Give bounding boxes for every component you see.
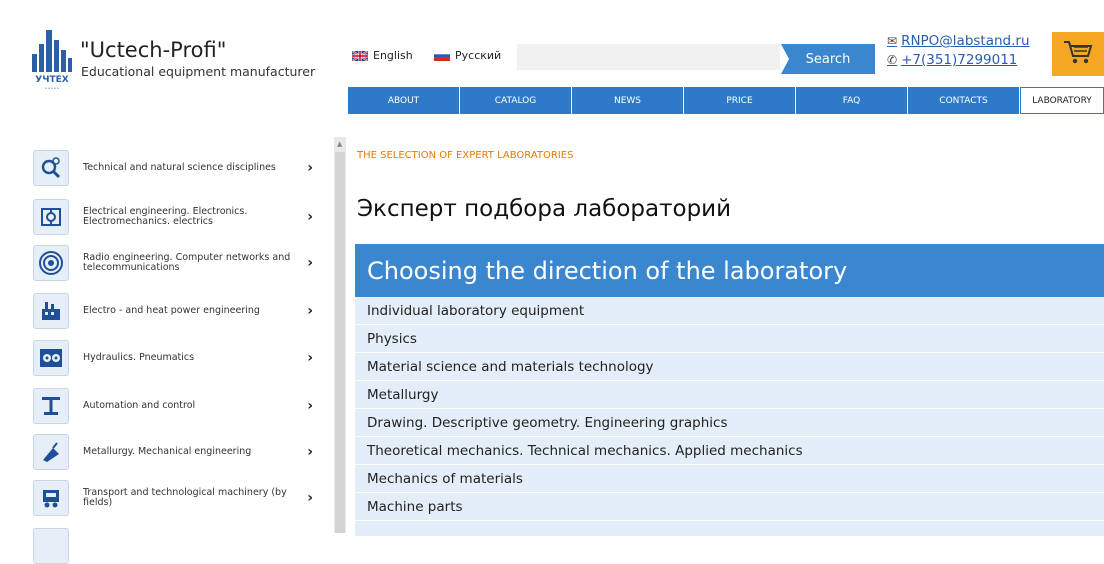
direction-list: Choosing the direction of the laboratory… (355, 244, 1104, 536)
shopping-cart-icon (1063, 39, 1093, 69)
direction-item[interactable]: Physics (355, 325, 1104, 353)
direction-item[interactable]: Machine parts (355, 493, 1104, 521)
search-input[interactable] (517, 44, 780, 70)
nav-about[interactable]: ABOUT (348, 87, 460, 114)
email-text: RNPO@labstand.ru (901, 33, 1030, 49)
sidebar-item-radio[interactable]: Radio engineering. Computer networks and… (33, 245, 323, 281)
chevron-right-icon: › (307, 398, 313, 414)
direction-item[interactable]: Material science and materials technolog… (355, 353, 1104, 381)
partial-icon (33, 528, 69, 564)
nav-news[interactable]: NEWS (572, 87, 684, 114)
circuit-icon (33, 199, 69, 235)
chevron-right-icon: › (307, 160, 313, 176)
lang-russian-link[interactable]: Русский (434, 49, 501, 62)
uk-flag-icon (351, 49, 369, 62)
search-button[interactable]: Search (781, 44, 875, 74)
sidebar-item-science[interactable]: Technical and natural science discipline… (33, 150, 323, 186)
direction-item[interactable]: Metallurgy (355, 381, 1104, 409)
email-link[interactable]: ✉ RNPO@labstand.ru (887, 33, 1030, 49)
magnifier-atom-icon (33, 150, 69, 186)
breadcrumb[interactable]: THE SELECTION OF EXPERT LABORATORIES (357, 150, 573, 161)
robot-arm-icon (33, 388, 69, 424)
sidebar-item-label: Transport and technological machinery (b… (83, 487, 287, 508)
antenna-icon (33, 245, 69, 281)
ladle-icon (33, 434, 69, 470)
sidebar-item-label: Electrical engineering. Electronics. Ele… (83, 206, 248, 227)
page-title: Эксперт подбора лабораторий (357, 196, 732, 222)
lang-english-link[interactable]: English (351, 49, 413, 62)
scrollbar-thumb[interactable] (335, 152, 345, 533)
logo-text: УЧТЕХ (35, 75, 68, 85)
power-plant-icon (33, 293, 69, 329)
chevron-right-icon: › (307, 490, 313, 506)
nav-contacts[interactable]: CONTACTS (908, 87, 1020, 114)
phone-link[interactable]: ✆ +7(351)7299011 (887, 52, 1017, 68)
sidebar-item-label: Metallurgy. Mechanical engineering (83, 446, 252, 457)
sidebar-item-automation[interactable]: Automation and control › (33, 388, 323, 424)
transport-icon (33, 480, 69, 516)
direction-item[interactable]: Drawing. Descriptive geometry. Engineeri… (355, 409, 1104, 437)
svg-text:•••••: ••••• (45, 86, 60, 92)
chevron-right-icon: › (307, 255, 313, 271)
nav-price[interactable]: PRICE (684, 87, 796, 114)
direction-item[interactable]: Mechanics of materials (355, 465, 1104, 493)
sidebar-item-label: Radio engineering. Computer networks and… (83, 252, 291, 273)
chevron-right-icon: › (307, 303, 313, 319)
envelope-icon: ✉ (887, 34, 898, 48)
brand-title: "Uctech-Profi" (80, 38, 227, 62)
nav-faq[interactable]: FAQ (796, 87, 908, 114)
main-nav: ABOUT CATALOG NEWS PRICE FAQ CONTACTS LA… (348, 87, 1104, 114)
section-title: Choosing the direction of the laboratory (355, 244, 1104, 297)
phone-icon: ✆ (887, 53, 898, 67)
sidebar-item-transport[interactable]: Transport and technological machinery (b… (33, 480, 323, 516)
ru-flag-icon (434, 50, 450, 61)
sidebar-item-hydraulics[interactable]: Hydraulics. Pneumatics › (33, 340, 323, 376)
brand-subtitle: Educational equipment manufacturer (81, 64, 316, 79)
chevron-right-icon: › (307, 350, 313, 366)
sidebar-item-label: Automation and control (83, 400, 196, 411)
phone-text: +7(351)7299011 (901, 52, 1018, 68)
nav-catalog[interactable]: CATALOG (460, 87, 572, 114)
sidebar-item-label: Electro - and heat power engineering (83, 305, 260, 316)
nav-laboratory[interactable]: LABORATORY (1020, 87, 1104, 114)
direction-item[interactable]: Individual laboratory equipment (355, 297, 1104, 325)
sidebar-item-electrical[interactable]: Electrical engineering. Electronics. Ele… (33, 199, 323, 235)
sidebar-item-label: Technical and natural science discipline… (83, 162, 276, 173)
lang-english-label: English (373, 49, 413, 62)
lang-russian-label: Русский (455, 49, 502, 62)
sidebar-item-partial[interactable] (33, 528, 323, 564)
cart-button[interactable] (1052, 32, 1104, 76)
sidebar-item-label: Hydraulics. Pneumatics (83, 352, 195, 363)
gear-pipes-icon (33, 340, 69, 376)
scroll-up-arrow-icon[interactable]: ▲ (337, 140, 342, 148)
sidebar-item-metallurgy[interactable]: Metallurgy. Mechanical engineering › (33, 434, 323, 470)
chevron-right-icon: › (307, 444, 313, 460)
direction-item[interactable]: Theoretical mechanics. Technical mechani… (355, 437, 1104, 465)
chevron-right-icon: › (307, 209, 313, 225)
sidebar-item-power[interactable]: Electro - and heat power engineering › (33, 293, 323, 329)
company-logo[interactable]: УЧТЕХ ••••• (30, 28, 74, 92)
